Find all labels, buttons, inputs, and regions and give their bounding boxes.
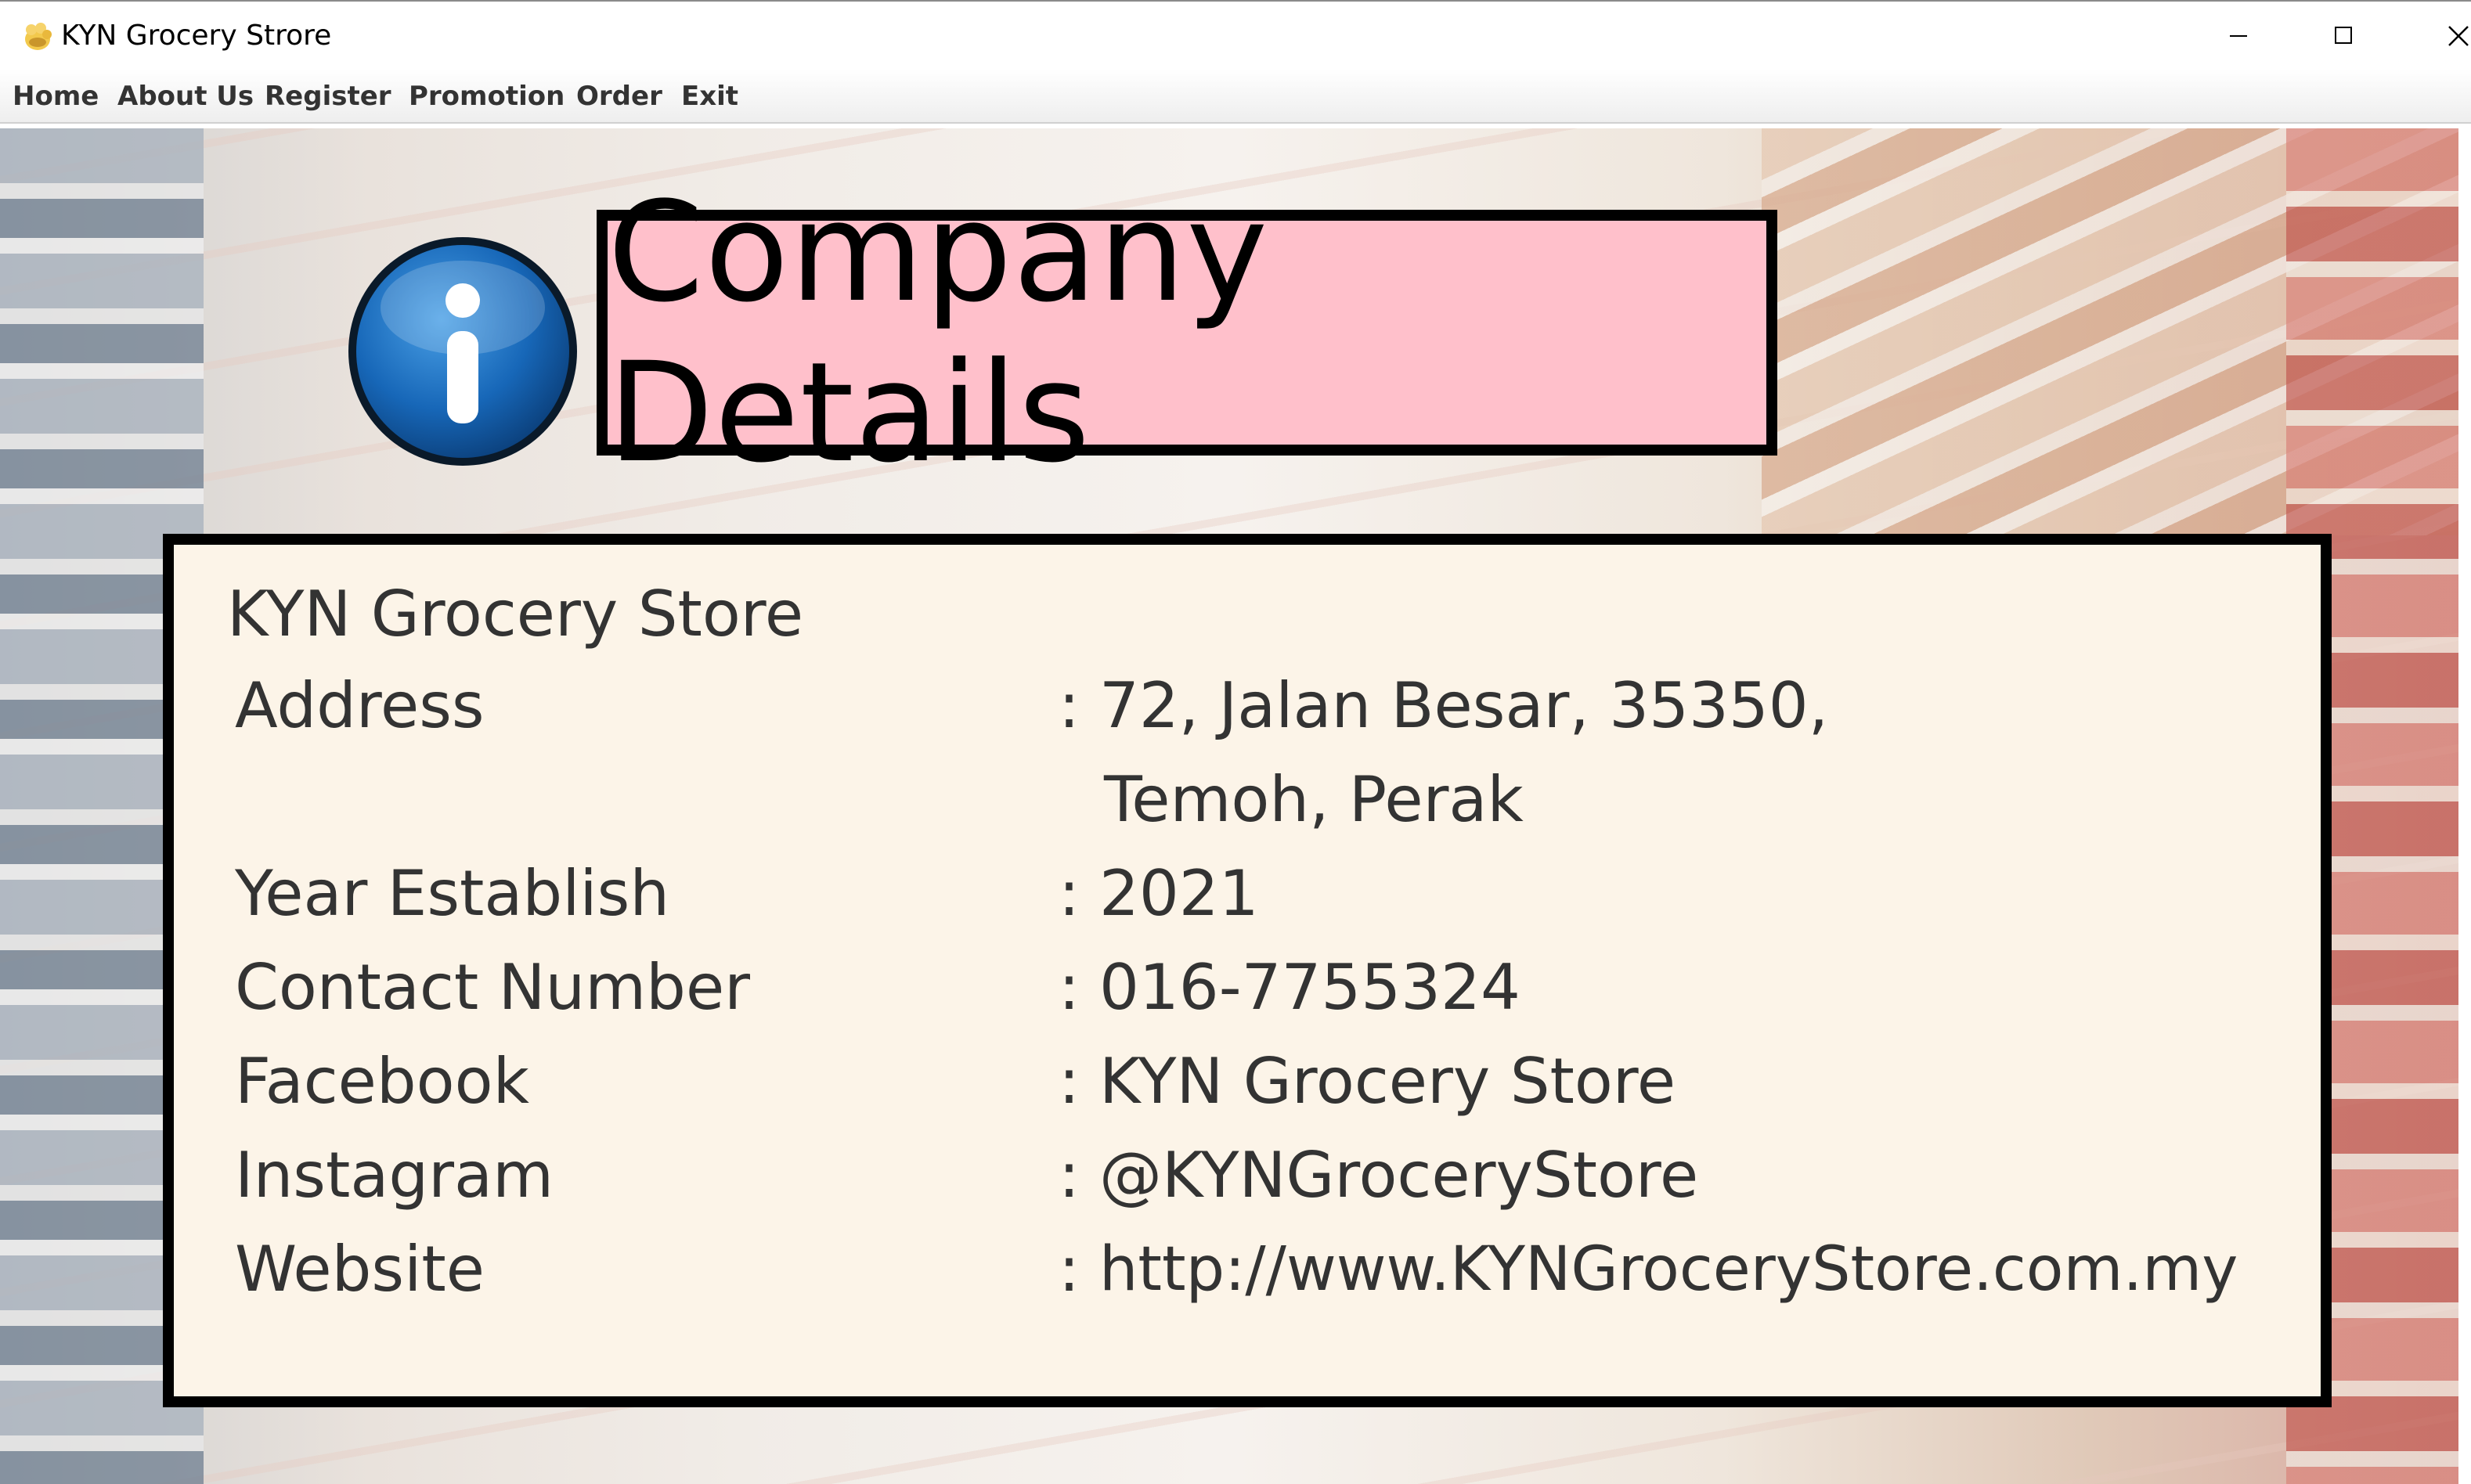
- address-label: Address: [235, 669, 485, 742]
- store-name: KYN Grocery Store: [227, 578, 804, 650]
- menu-order[interactable]: Order: [576, 77, 662, 116]
- page-title-box: Company Details: [597, 172, 1777, 493]
- menu-about-us[interactable]: About Us: [117, 77, 254, 116]
- facebook-label: Facebook: [235, 1045, 529, 1118]
- menu-promotion[interactable]: Promotion: [409, 77, 565, 116]
- maximize-button[interactable]: [2294, 2, 2396, 70]
- contact-number-label: Contact Number: [235, 951, 751, 1024]
- year-established-colon: :: [1059, 857, 1080, 930]
- page-title: Company Details: [608, 172, 1269, 493]
- menu-register[interactable]: Register: [265, 77, 391, 116]
- facebook-colon: :: [1059, 1045, 1080, 1118]
- year-established-label: Year Establish: [235, 857, 670, 930]
- info-icon: [348, 237, 577, 466]
- address-value-line2: Temoh, Perak: [1104, 763, 1524, 836]
- close-icon: [2448, 26, 2469, 46]
- instagram-value: @KYNGroceryStore: [1099, 1139, 1699, 1212]
- instagram-label: Instagram: [235, 1139, 554, 1212]
- contact-number-value: 016-7755324: [1099, 951, 1520, 1024]
- year-established-value: 2021: [1099, 857, 1259, 930]
- menu-exit[interactable]: Exit: [681, 77, 738, 116]
- window-title: KYN Grocery Strore: [61, 20, 332, 52]
- website-label: Website: [235, 1233, 485, 1306]
- minimize-button[interactable]: [2189, 2, 2291, 70]
- address-colon: :: [1059, 669, 1080, 742]
- app-icon: [25, 23, 52, 50]
- instagram-colon: :: [1059, 1139, 1080, 1212]
- website-value: http://www.KYNGroceryStore.com.my: [1099, 1234, 2238, 1305]
- title-bar: KYN Grocery Strore: [0, 0, 2471, 69]
- facebook-value: KYN Grocery Store: [1099, 1045, 1676, 1118]
- address-value-line1: 72, Jalan Besar, 35350,: [1099, 669, 1829, 742]
- menu-home[interactable]: Home: [13, 77, 99, 116]
- close-button[interactable]: [2396, 2, 2471, 70]
- menu-bar: Home About Us Register Promotion Order E…: [0, 69, 2471, 124]
- website-colon: :: [1059, 1233, 1080, 1306]
- contact-number-colon: :: [1059, 951, 1080, 1024]
